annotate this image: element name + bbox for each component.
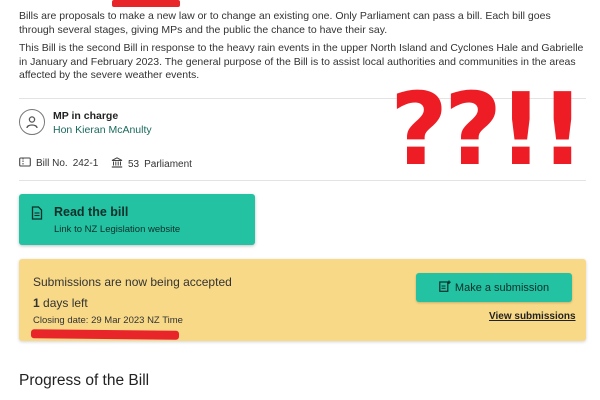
bill-number-value: 242-1	[72, 158, 99, 169]
red-underline-mark	[30, 329, 180, 340]
make-submission-label: Make a submission	[454, 281, 550, 294]
parliament-label: Parliament	[144, 158, 192, 170]
building-columns-icon	[111, 157, 123, 171]
view-submissions-link[interactable]: View submissions	[489, 311, 576, 322]
parliament-number: 53 Parliament	[111, 157, 192, 171]
intro-paragraph: Bills are proposals to make a new law or…	[19, 10, 551, 36]
parliament-number-value: 53	[128, 158, 140, 170]
ticket-icon	[19, 157, 31, 170]
progress-heading: Progress of the Bill	[19, 372, 150, 389]
make-submission-button[interactable]: Make a submission	[416, 273, 572, 302]
mp-name-link[interactable]: Hon Kieran McAnulty	[53, 124, 152, 136]
read-the-bill-button[interactable]: Read the bill Link to NZ Legislation web…	[19, 194, 255, 245]
edit-document-icon	[439, 280, 451, 295]
legislation-link-text: Link to NZ Legislation website	[54, 224, 181, 235]
bill-number: Bill No. 242-1	[19, 157, 98, 170]
red-scribble-mark	[112, 0, 180, 7]
days-left-count: 1	[33, 296, 40, 310]
read-the-bill-title: Read the bill	[54, 205, 129, 219]
bill-number-label: Bill No.	[36, 158, 68, 169]
handwritten-question-marks: ??!!	[390, 71, 585, 188]
person-icon	[19, 109, 45, 135]
document-icon	[31, 206, 43, 225]
submissions-status: Submissions are now being accepted	[33, 275, 232, 289]
closing-date: Closing date: 29 Mar 2023 NZ Time	[33, 315, 183, 326]
days-left-label: days left	[43, 296, 88, 310]
mp-in-charge-label: MP in charge	[53, 110, 119, 122]
days-left: 1 days left	[33, 296, 88, 310]
submissions-panel: Submissions are now being accepted 1 day…	[19, 259, 586, 341]
